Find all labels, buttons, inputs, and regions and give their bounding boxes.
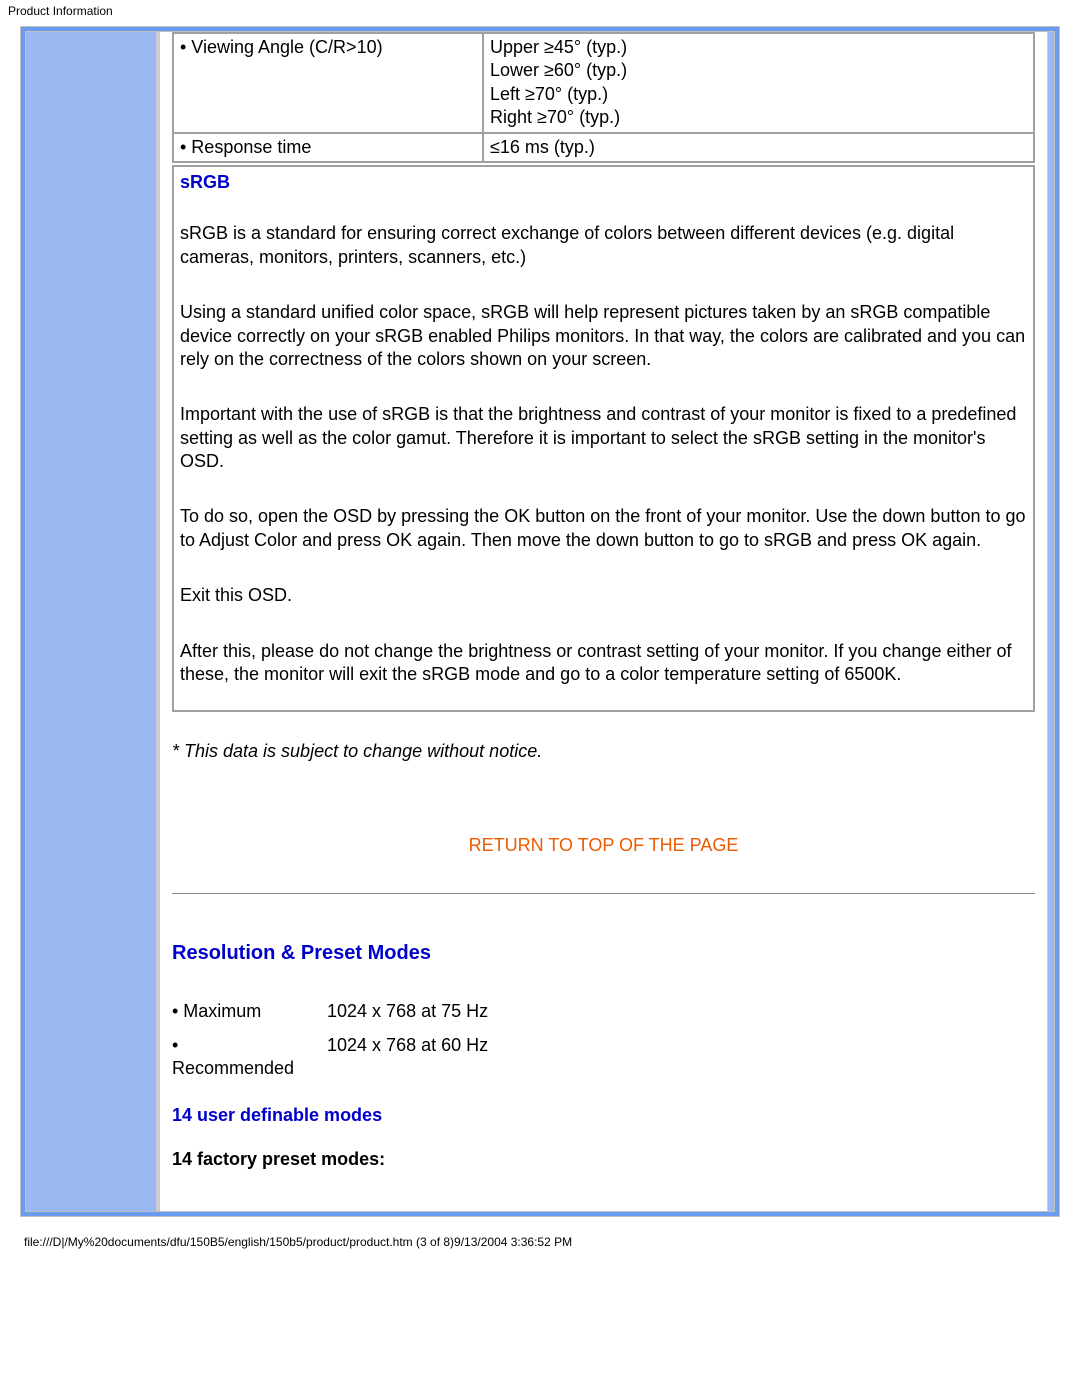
resolution-row: • Recommended 1024 x 768 at 60 Hz xyxy=(172,1034,1035,1081)
outer-frame: • Viewing Angle (C/R>10) Upper ≥45° (typ… xyxy=(20,26,1060,1217)
return-to-top-link[interactable]: RETURN TO TOP OF THE PAGE xyxy=(469,835,739,855)
footer-path: file:///D|/My%20documents/dfu/150B5/engl… xyxy=(0,1221,1080,1257)
notice-text: * This data is subject to change without… xyxy=(172,740,1035,763)
spec-label: • Response time xyxy=(173,133,483,162)
resolution-label: • Recommended xyxy=(172,1034,322,1081)
resolution-label-text: Recommended xyxy=(172,1058,294,1078)
srgb-paragraph: To do so, open the OSD by pressing the O… xyxy=(180,505,1027,552)
srgb-paragraph: After this, please do not change the bri… xyxy=(180,640,1027,687)
bullet: • xyxy=(172,1035,178,1055)
content-area: • Viewing Angle (C/R>10) Upper ≥45° (typ… xyxy=(156,32,1048,1211)
spec-label: • Viewing Angle (C/R>10) xyxy=(173,33,483,133)
resolution-label: • Maximum xyxy=(172,1000,322,1023)
srgb-section: sRGB sRGB is a standard for ensuring cor… xyxy=(172,165,1035,712)
spec-value-line: Upper ≥45° (typ.) xyxy=(490,37,627,57)
srgb-paragraph: Exit this OSD. xyxy=(180,584,1027,607)
mid-frame: • Viewing Angle (C/R>10) Upper ≥45° (typ… xyxy=(25,31,1055,1212)
srgb-paragraph: sRGB is a standard for ensuring correct … xyxy=(180,222,1027,269)
spec-value-line: Left ≥70° (typ.) xyxy=(490,84,608,104)
srgb-paragraph: Important with the use of sRGB is that t… xyxy=(180,403,1027,473)
spec-value-line: Lower ≥60° (typ.) xyxy=(490,60,627,80)
srgb-paragraph: Using a standard unified color space, sR… xyxy=(180,301,1027,371)
spec-value: Upper ≥45° (typ.) Lower ≥60° (typ.) Left… xyxy=(483,33,1034,133)
user-definable-modes: 14 user definable modes xyxy=(172,1104,1035,1127)
spec-table: • Viewing Angle (C/R>10) Upper ≥45° (typ… xyxy=(172,32,1035,163)
divider xyxy=(172,893,1035,894)
resolution-title: Resolution & Preset Modes xyxy=(172,940,1035,966)
resolution-row: • Maximum 1024 x 768 at 75 Hz xyxy=(172,1000,1035,1023)
table-row: • Viewing Angle (C/R>10) Upper ≥45° (typ… xyxy=(173,33,1034,133)
spec-value-line: Right ≥70° (typ.) xyxy=(490,107,620,127)
factory-preset-modes: 14 factory preset modes: xyxy=(172,1148,1035,1171)
resolution-value: 1024 x 768 at 60 Hz xyxy=(327,1035,488,1055)
table-row: • Response time ≤16 ms (typ.) xyxy=(173,133,1034,162)
page-header-path: Product Information xyxy=(0,0,1080,22)
resolution-value: 1024 x 768 at 75 Hz xyxy=(327,1001,488,1021)
spec-value: ≤16 ms (typ.) xyxy=(483,133,1034,162)
return-to-top[interactable]: RETURN TO TOP OF THE PAGE xyxy=(172,834,1035,857)
srgb-title: sRGB xyxy=(180,171,1027,194)
